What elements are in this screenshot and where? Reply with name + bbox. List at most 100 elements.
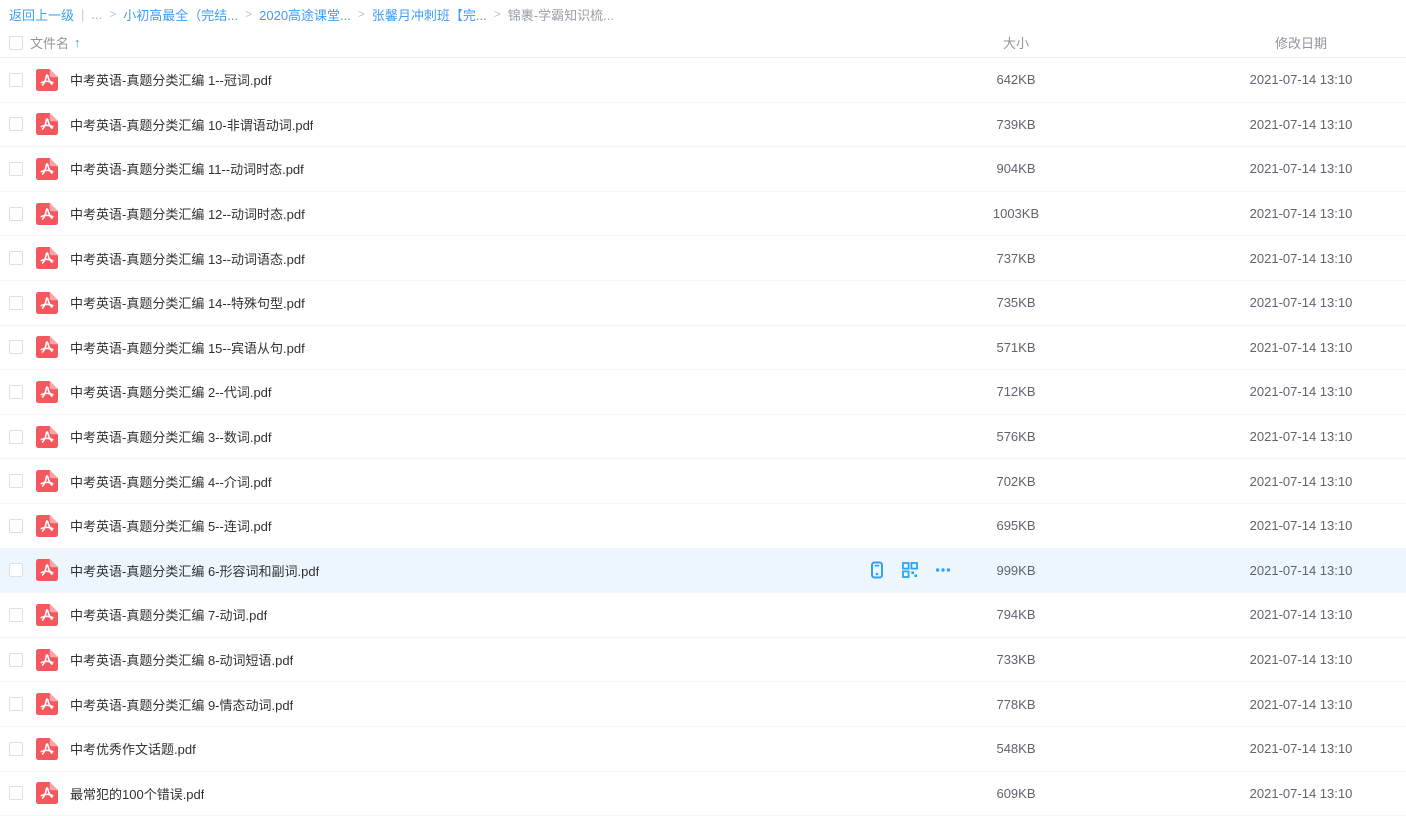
row-checkbox[interactable] xyxy=(9,742,23,756)
row-checkbox[interactable] xyxy=(9,385,23,399)
row-checkbox[interactable] xyxy=(9,519,23,533)
file-size: 576KB xyxy=(956,429,1076,444)
row-checkbox[interactable] xyxy=(9,563,23,577)
breadcrumb-link[interactable]: 2020高途课堂... xyxy=(259,5,351,24)
row-actions xyxy=(868,561,956,579)
table-row[interactable]: 中考英语-真题分类汇编 9-情态动词.pdf 778KB 2021-07-14 … xyxy=(0,682,1406,727)
pdf-file-icon xyxy=(30,158,70,180)
breadcrumb-separator: > xyxy=(494,7,501,21)
table-row[interactable]: 中考英语-真题分类汇编 1--冠词.pdf 642KB 2021-07-14 1… xyxy=(0,58,1406,103)
table-row[interactable]: 中考优秀作文话题.pdf 548KB 2021-07-14 13:10 xyxy=(0,727,1406,772)
column-header-date[interactable]: 修改日期 xyxy=(1076,33,1406,52)
file-name-link[interactable]: 最常犯的100个错误.pdf xyxy=(70,784,204,803)
table-row[interactable]: 中考英语-真题分类汇编 10-非谓语动词.pdf 739KB 2021-07-1… xyxy=(0,103,1406,148)
pdf-file-icon xyxy=(30,113,70,135)
table-row[interactable]: 中考英语-真题分类汇编 14--特殊句型.pdf 735KB 2021-07-1… xyxy=(0,281,1406,326)
row-checkbox[interactable] xyxy=(9,207,23,221)
row-checkbox[interactable] xyxy=(9,653,23,667)
row-checkbox[interactable] xyxy=(9,786,23,800)
table-header: 文件名 ↑ 大小 修改日期 xyxy=(0,28,1406,58)
breadcrumb-collapsed-ellipsis[interactable]: ... xyxy=(91,7,102,22)
row-checkbox[interactable] xyxy=(9,340,23,354)
table-row[interactable]: 中考英语-真题分类汇编 11--动词时态.pdf 904KB 2021-07-1… xyxy=(0,147,1406,192)
pdf-file-icon xyxy=(30,559,70,581)
row-checkbox[interactable] xyxy=(9,474,23,488)
row-checkbox[interactable] xyxy=(9,117,23,131)
file-name-link[interactable]: 中考英语-真题分类汇编 11--动词时态.pdf xyxy=(70,159,304,178)
file-name-link[interactable]: 中考英语-真题分类汇编 1--冠词.pdf xyxy=(70,70,272,89)
file-name-link[interactable]: 中考英语-真题分类汇编 3--数词.pdf xyxy=(70,427,272,446)
breadcrumb-current-folder: 锦裹-学霸知识梳... xyxy=(508,5,614,24)
table-row[interactable]: 中考英语-真题分类汇编 4--介词.pdf 702KB 2021-07-14 1… xyxy=(0,459,1406,504)
table-row[interactable]: 中考英语-真题分类汇编 5--连词.pdf 695KB 2021-07-14 1… xyxy=(0,504,1406,549)
file-size: 735KB xyxy=(956,295,1076,310)
select-all-checkbox[interactable] xyxy=(9,36,23,50)
file-size: 739KB xyxy=(956,117,1076,132)
file-name-link[interactable]: 中考英语-真题分类汇编 12--动词时态.pdf xyxy=(70,204,305,223)
row-checkbox[interactable] xyxy=(9,608,23,622)
more-actions-icon[interactable] xyxy=(934,561,952,579)
pdf-file-icon xyxy=(30,515,70,537)
file-name-link[interactable]: 中考英语-真题分类汇编 5--连词.pdf xyxy=(70,516,272,535)
file-date: 2021-07-14 13:10 xyxy=(1076,72,1406,87)
pdf-file-icon xyxy=(30,604,70,626)
pdf-file-icon xyxy=(30,782,70,804)
file-date: 2021-07-14 13:10 xyxy=(1076,786,1406,801)
filename-header-label: 文件名 xyxy=(30,33,69,52)
pdf-file-icon xyxy=(30,693,70,715)
pdf-file-icon xyxy=(30,381,70,403)
file-size: 609KB xyxy=(956,786,1076,801)
table-row[interactable]: 中考英语-真题分类汇编 12--动词时态.pdf 1003KB 2021-07-… xyxy=(0,192,1406,237)
row-checkbox[interactable] xyxy=(9,296,23,310)
row-checkbox[interactable] xyxy=(9,430,23,444)
table-row[interactable]: 中考英语-真题分类汇编 2--代词.pdf 712KB 2021-07-14 1… xyxy=(0,370,1406,415)
file-name-link[interactable]: 中考英语-真题分类汇编 8-动词短语.pdf xyxy=(70,650,293,669)
breadcrumb-pipe-divider: | xyxy=(81,7,84,22)
file-name-link[interactable]: 中考英语-真题分类汇编 2--代词.pdf xyxy=(70,382,272,401)
row-checkbox[interactable] xyxy=(9,251,23,265)
file-name-link[interactable]: 中考英语-真题分类汇编 4--介词.pdf xyxy=(70,472,272,491)
breadcrumb-back-link[interactable]: 返回上一级 xyxy=(9,5,74,24)
table-row[interactable]: 中考英语-真题分类汇编 13--动词语态.pdf 737KB 2021-07-1… xyxy=(0,236,1406,281)
pdf-file-icon xyxy=(30,336,70,358)
table-row[interactable]: 中考英语-真题分类汇编 7-动词.pdf 794KB 2021-07-14 13… xyxy=(0,593,1406,638)
pdf-file-icon xyxy=(30,203,70,225)
file-size: 642KB xyxy=(956,72,1076,87)
breadcrumb-separator: > xyxy=(245,7,252,21)
file-name-link[interactable]: 中考英语-真题分类汇编 15--宾语从句.pdf xyxy=(70,338,305,357)
table-row[interactable]: 中考英语-真题分类汇编 8-动词短语.pdf 733KB 2021-07-14 … xyxy=(0,638,1406,683)
file-name-link[interactable]: 中考英语-真题分类汇编 6-形容词和副词.pdf xyxy=(70,561,319,580)
file-date: 2021-07-14 13:10 xyxy=(1076,117,1406,132)
table-row[interactable]: 中考英语-真题分类汇编 3--数词.pdf 576KB 2021-07-14 1… xyxy=(0,415,1406,460)
table-row[interactable]: 中考英语-真题分类汇编 6-形容词和副词.pdf xyxy=(0,549,1406,594)
file-size: 548KB xyxy=(956,741,1076,756)
file-size: 778KB xyxy=(956,697,1076,712)
file-name-link[interactable]: 中考英语-真题分类汇编 14--特殊句型.pdf xyxy=(70,293,305,312)
breadcrumb-separator: > xyxy=(358,7,365,21)
file-size: 794KB xyxy=(956,607,1076,622)
breadcrumb-link[interactable]: 小初高最全（完结... xyxy=(123,5,238,24)
phone-icon[interactable] xyxy=(868,561,886,579)
file-size: 999KB xyxy=(956,563,1076,578)
file-name-link[interactable]: 中考优秀作文话题.pdf xyxy=(70,739,196,758)
file-date: 2021-07-14 13:10 xyxy=(1076,295,1406,310)
file-name-link[interactable]: 中考英语-真题分类汇编 7-动词.pdf xyxy=(70,605,267,624)
breadcrumb-link[interactable]: 张馨月冲刺班【完... xyxy=(372,5,487,24)
column-header-filename[interactable]: 文件名 ↑ xyxy=(30,33,956,52)
file-date: 2021-07-14 13:10 xyxy=(1076,607,1406,622)
row-checkbox[interactable] xyxy=(9,697,23,711)
file-name-link[interactable]: 中考英语-真题分类汇编 10-非谓语动词.pdf xyxy=(70,115,313,134)
file-name-link[interactable]: 中考英语-真题分类汇编 9-情态动词.pdf xyxy=(70,695,293,714)
file-name-link[interactable]: 中考英语-真题分类汇编 13--动词语态.pdf xyxy=(70,249,305,268)
pdf-file-icon xyxy=(30,738,70,760)
row-checkbox[interactable] xyxy=(9,162,23,176)
file-date: 2021-07-14 13:10 xyxy=(1076,474,1406,489)
file-date: 2021-07-14 13:10 xyxy=(1076,251,1406,266)
file-date: 2021-07-14 13:10 xyxy=(1076,161,1406,176)
file-size: 733KB xyxy=(956,652,1076,667)
qrcode-icon[interactable] xyxy=(901,561,919,579)
table-row[interactable]: 最常犯的100个错误.pdf 609KB 2021-07-14 13:10 xyxy=(0,772,1406,816)
column-header-size[interactable]: 大小 xyxy=(956,33,1076,52)
row-checkbox[interactable] xyxy=(9,73,23,87)
table-row[interactable]: 中考英语-真题分类汇编 15--宾语从句.pdf 571KB 2021-07-1… xyxy=(0,326,1406,371)
